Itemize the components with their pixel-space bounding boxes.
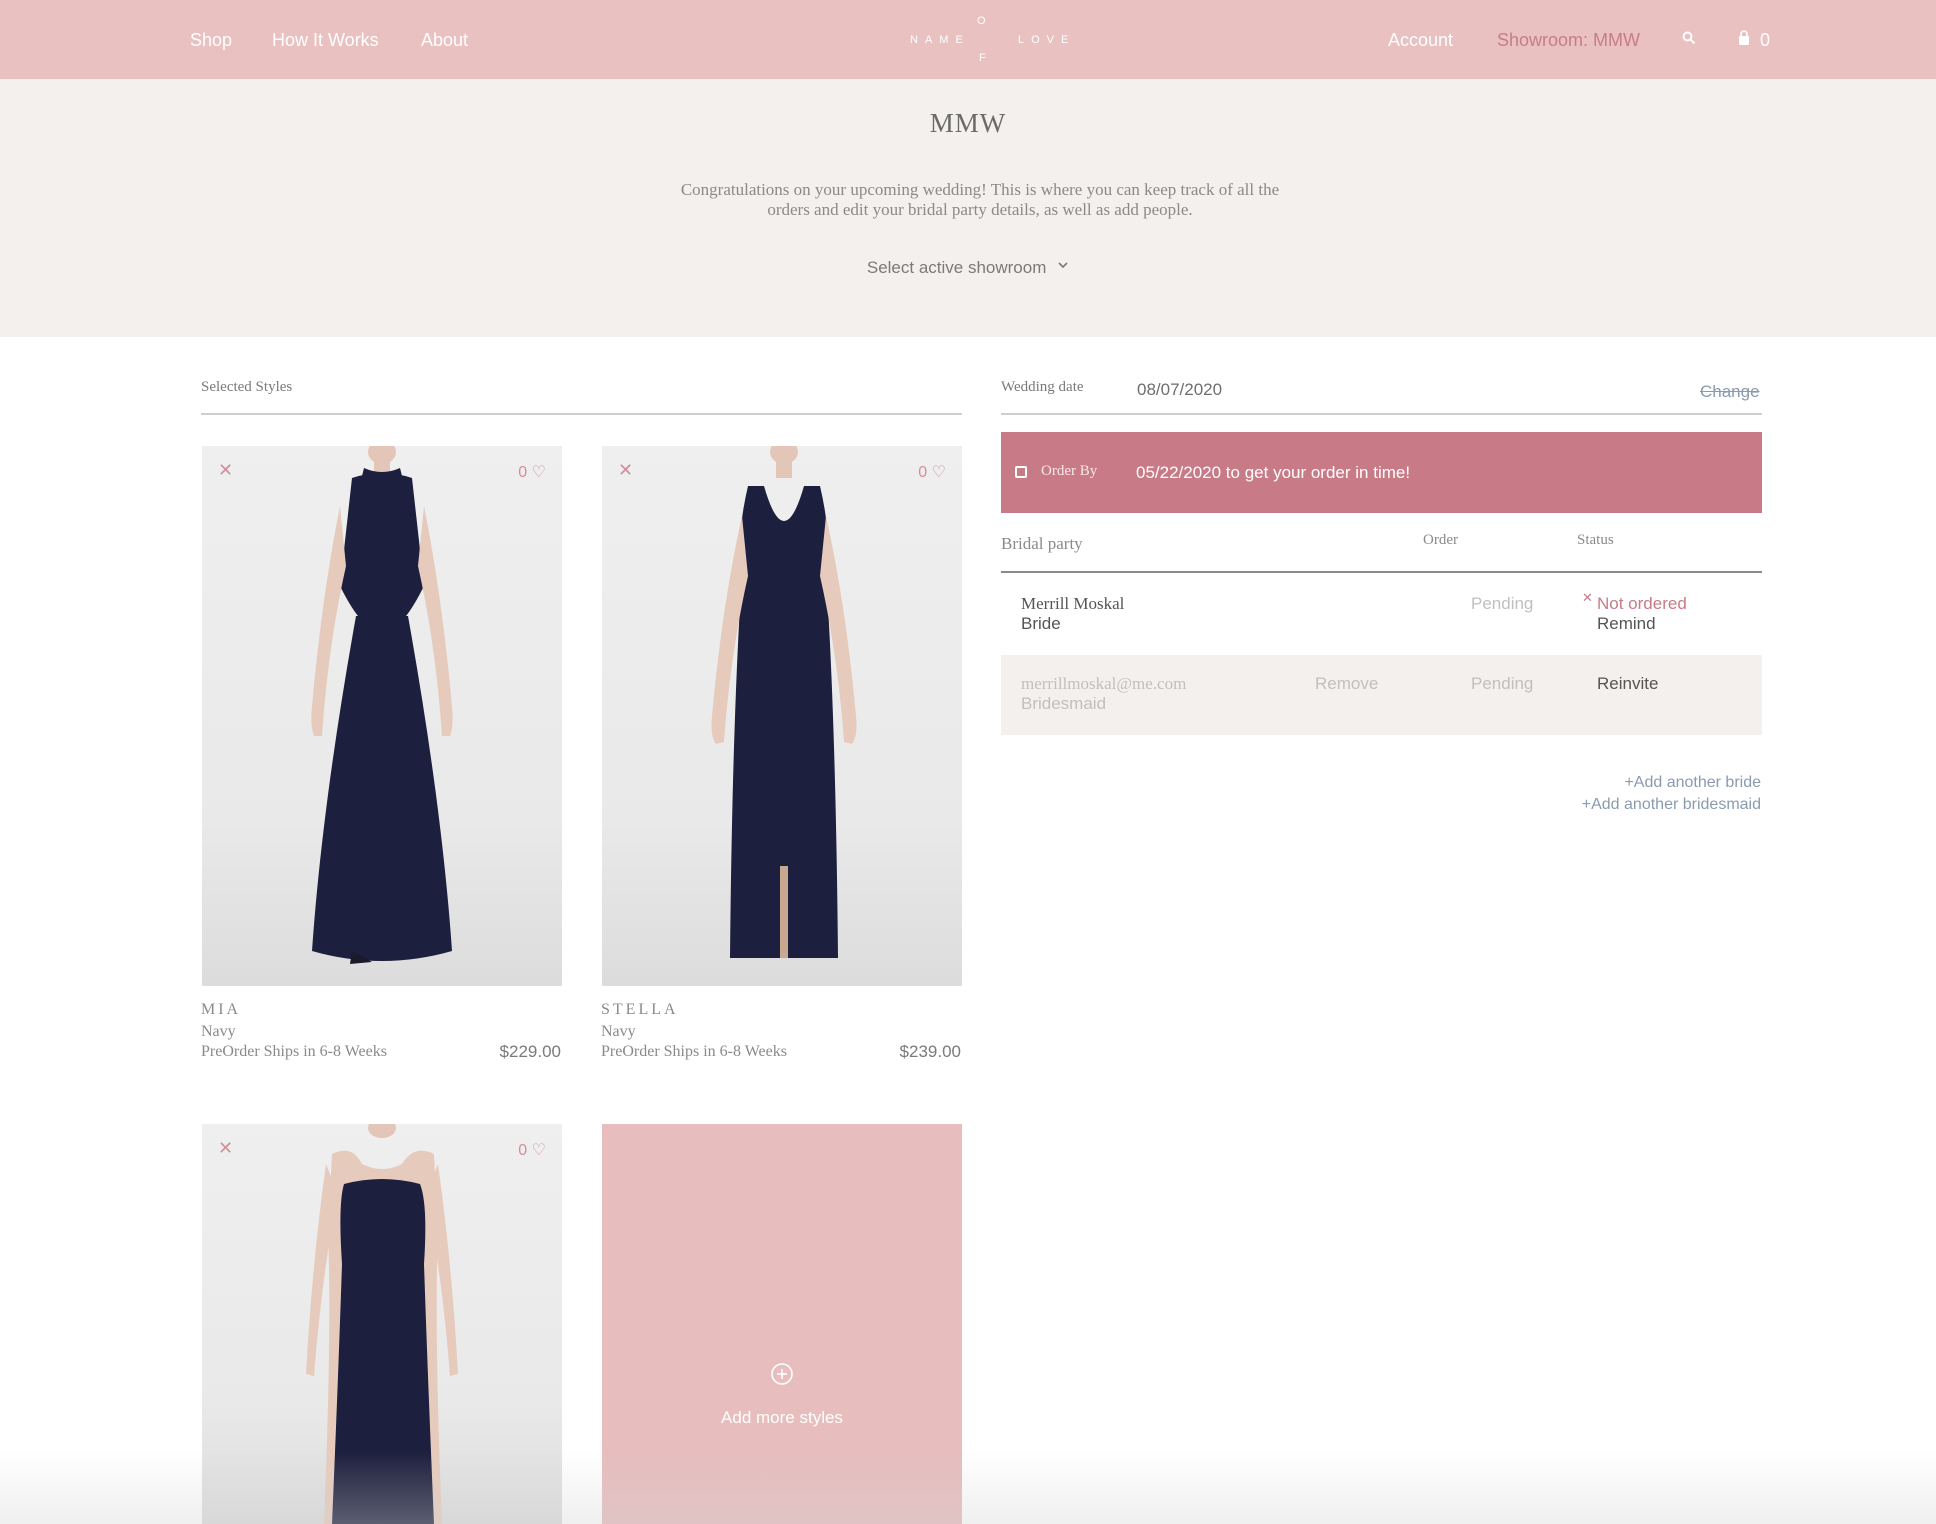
likes-count[interactable]: 0 ♡ — [518, 1140, 546, 1160]
add-more-styles-card[interactable]: Add more styles — [602, 1124, 962, 1524]
add-bride-link[interactable]: +Add another bride — [1624, 774, 1761, 792]
remove-style-icon[interactable]: ✕ — [218, 1138, 233, 1159]
select-showroom-label: Select active showroom — [866, 258, 1047, 277]
party-member-role: Bridesmaid — [1021, 694, 1107, 713]
remove-link[interactable]: Remove — [1315, 674, 1378, 694]
not-ordered-icon: ✕ — [1582, 590, 1593, 605]
bridal-party-header: Bridal party — [1001, 534, 1083, 553]
product-price: $229.00 — [499, 1042, 561, 1061]
styles-divider — [201, 413, 962, 415]
logo-word-love: LOVE — [1018, 34, 1076, 46]
status-not-ordered: Not ordered — [1597, 594, 1687, 613]
party-table-divider — [1001, 571, 1762, 573]
logo-letter-f: F — [979, 52, 986, 64]
search-icon[interactable] — [1682, 31, 1696, 50]
nav-showroom[interactable]: Showroom: MMW — [1497, 30, 1640, 50]
product-card-mia[interactable]: ✕ 0 ♡ — [202, 446, 562, 986]
product-card-third[interactable]: ✕ 0 ♡ — [202, 1124, 562, 1524]
bag-icon[interactable] — [1738, 30, 1750, 51]
order-status: Pending — [1471, 594, 1534, 613]
order-status: Pending — [1471, 674, 1534, 693]
product-name[interactable]: MIA — [201, 1001, 241, 1019]
product-color: Navy — [201, 1023, 236, 1040]
order-by-banner: Order By 05/22/2020 to get your order in… — [1001, 432, 1762, 513]
party-member-role: Bride — [1021, 614, 1061, 633]
product-color: Navy — [601, 1023, 636, 1040]
order-by-text: 05/22/2020 to get your order in time! — [1136, 463, 1411, 482]
table-row — [1001, 655, 1762, 735]
party-member-name: Merrill Moskal — [1021, 594, 1125, 613]
order-header: Order — [1423, 532, 1458, 548]
nav-about[interactable]: About — [421, 30, 468, 50]
add-bridesmaid-link[interactable]: +Add another bridesmaid — [1582, 796, 1761, 814]
plus-circle-icon — [771, 1363, 793, 1385]
wedding-date-label: Wedding date — [1001, 379, 1084, 395]
clock-icon — [1015, 466, 1027, 478]
remove-style-icon[interactable]: ✕ — [618, 460, 633, 481]
party-member-email: merrillmoskal@me.com — [1021, 674, 1187, 693]
nav-how-it-works[interactable]: How It Works — [272, 30, 379, 50]
product-price: $239.00 — [899, 1042, 961, 1061]
likes-count[interactable]: 0 ♡ — [918, 462, 946, 482]
logo-letter-o: O — [977, 15, 986, 27]
dress-image — [306, 1124, 458, 1524]
wedding-date-value: 08/07/2020 — [1137, 380, 1223, 399]
product-name[interactable]: STELLA — [601, 1001, 679, 1019]
product-shipping: PreOrder Ships in 6-8 Weeks — [201, 1043, 387, 1060]
brand-logo[interactable]: NAME O F LOVE — [900, 10, 1068, 70]
logo-word-name: NAME — [910, 34, 970, 46]
remove-style-icon[interactable]: ✕ — [218, 460, 233, 481]
dress-image — [711, 446, 857, 958]
dress-image — [311, 446, 453, 964]
product-card-stella[interactable]: ✕ 0 ♡ — [602, 446, 962, 986]
hero-description: Congratulations on your upcoming wedding… — [680, 180, 1280, 219]
selected-styles-label: Selected Styles — [201, 379, 293, 395]
wedding-divider — [1001, 413, 1762, 415]
reinvite-link[interactable]: Reinvite — [1597, 674, 1658, 694]
remind-link[interactable]: Remind — [1597, 614, 1656, 634]
product-shipping: PreOrder Ships in 6-8 Weeks — [601, 1043, 787, 1060]
nav-account[interactable]: Account — [1388, 30, 1453, 50]
cart-count[interactable]: 0 — [1760, 30, 1770, 50]
chevron-down-icon — [1058, 262, 1068, 269]
select-showroom-dropdown[interactable]: Select active showroom — [0, 258, 1936, 278]
top-navigation: Shop How It Works About NAME O F LOVE Ac… — [0, 0, 1936, 79]
order-by-label: Order By — [1041, 463, 1098, 479]
likes-count[interactable]: 0 ♡ — [518, 462, 546, 482]
nav-shop[interactable]: Shop — [190, 30, 232, 50]
add-more-styles-label: Add more styles — [721, 1408, 843, 1427]
change-date-link[interactable]: Change — [1700, 382, 1760, 402]
page-title: MMW — [929, 108, 1007, 138]
status-header: Status — [1577, 532, 1614, 548]
